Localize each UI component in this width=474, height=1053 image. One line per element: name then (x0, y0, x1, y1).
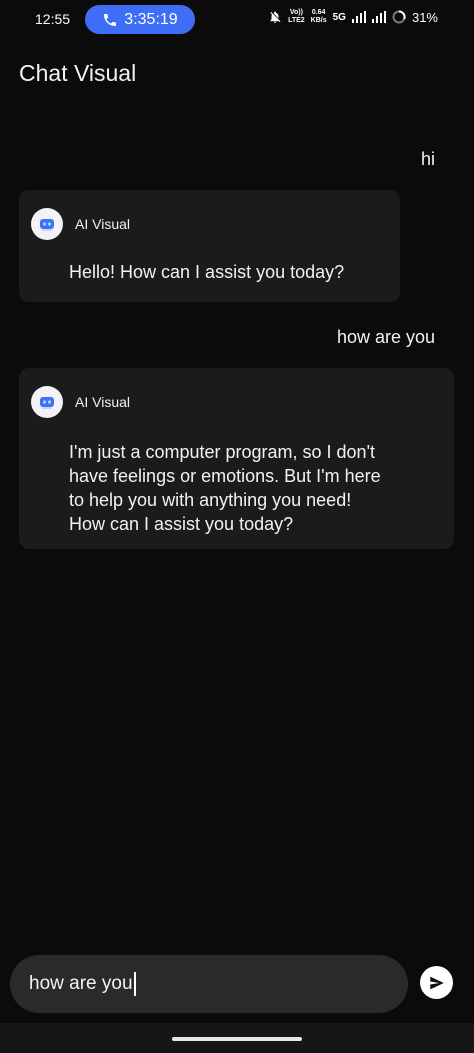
home-gesture-handle[interactable] (172, 1037, 302, 1041)
avatar (31, 386, 63, 418)
ai-sender-name: AI Visual (75, 216, 130, 232)
status-bar: 12:55 3:35:19 Vo)) LTE2 0.64 KB/s 5G 31% (0, 0, 474, 40)
send-button[interactable] (420, 966, 453, 999)
battery-percent: 31% (411, 9, 438, 25)
bot-icon (40, 397, 54, 409)
ai-message-header: AI Visual (31, 386, 130, 418)
ai-sender-name: AI Visual (75, 394, 130, 410)
text-caret (133, 972, 136, 996)
user-message: hi (420, 149, 435, 169)
status-time: 12:55 (35, 11, 71, 27)
ai-message-card: AI Visual I'm just a computer program, s… (19, 368, 454, 549)
send-icon (429, 976, 444, 989)
user-message: how are you (336, 327, 435, 347)
signal-icon (371, 11, 386, 23)
ai-message-header: AI Visual (31, 208, 130, 240)
bell-off-icon (270, 11, 281, 23)
message-input[interactable]: how are you (10, 955, 408, 1013)
phone-icon (104, 13, 117, 26)
status-icons: Vo)) LTE2 0.64 KB/s 5G 31% (268, 9, 438, 25)
bot-icon (40, 219, 54, 231)
ai-message-card: AI Visual Hello! How can I assist you to… (19, 190, 400, 302)
navigation-bar (0, 1023, 474, 1053)
volte-label: Vo)) LTE2 (288, 9, 305, 24)
message-input-value[interactable]: how are you (29, 973, 133, 995)
page-title: Chat Visual (19, 60, 137, 86)
ai-message-text: I'm just a computer program, so I don't … (69, 442, 381, 534)
network-type: 5G (332, 11, 346, 23)
signal-icon (351, 11, 366, 23)
ai-message-text: Hello! How can I assist you today? (69, 262, 345, 282)
network-speed: 0.64 KB/s (310, 9, 327, 24)
ongoing-call-chip[interactable]: 3:35:19 (85, 5, 195, 34)
avatar (31, 208, 63, 240)
call-timer: 3:35:19 (124, 10, 178, 28)
battery-ring-icon (392, 10, 406, 24)
